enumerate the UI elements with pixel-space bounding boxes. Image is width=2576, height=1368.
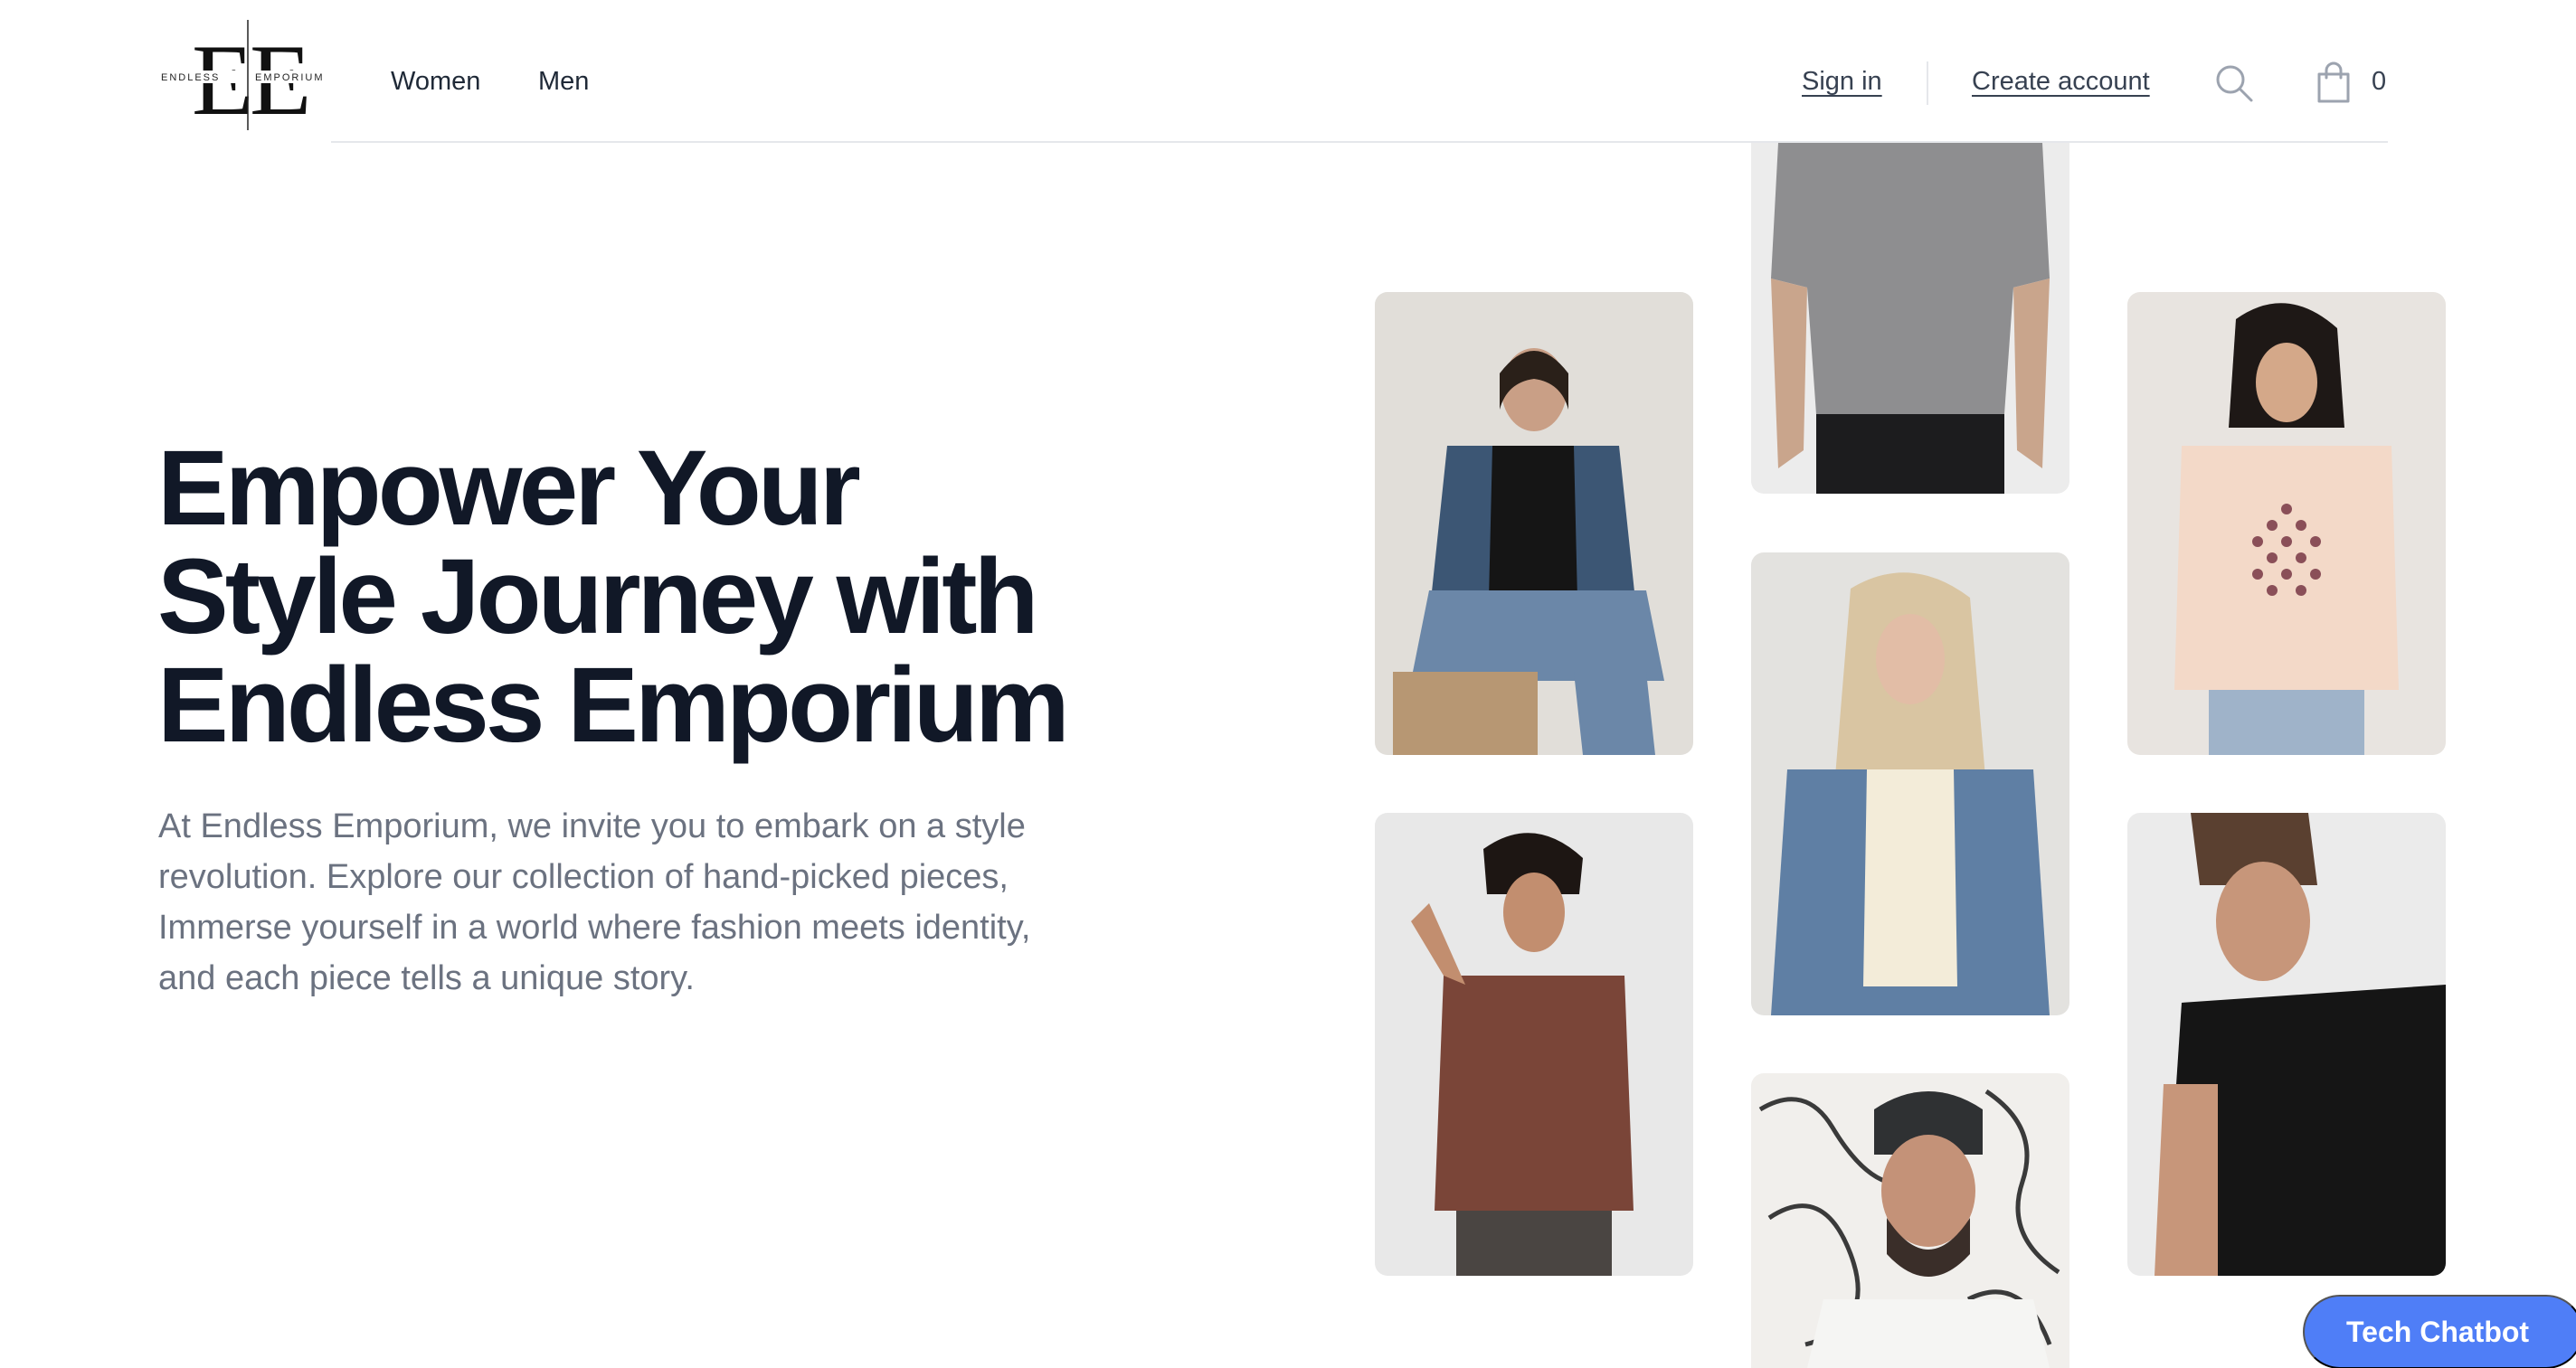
gallery-image-peach-tee[interactable]: [2127, 292, 2446, 755]
site-header: E E ENDLESS EMPORIUM Women Men Sign in C…: [0, 0, 2576, 145]
header-divider: [1927, 61, 1928, 105]
create-account-link[interactable]: Create account: [1972, 67, 2150, 97]
svg-text:EMPORIUM: EMPORIUM: [255, 72, 325, 83]
nav-women[interactable]: Women: [391, 67, 480, 97]
sign-in-link[interactable]: Sign in: [1802, 67, 1882, 97]
gallery-image-beanie-glasses[interactable]: [1751, 1073, 2069, 1368]
shopping-bag-icon[interactable]: [2316, 61, 2352, 105]
hero-description-line: At Endless Emporium, we invite you to em…: [158, 807, 1026, 845]
gallery-image-black-tee[interactable]: [2127, 813, 2446, 1276]
gallery-image-blonde-denim[interactable]: [1751, 552, 2069, 1015]
hero-description-line: revolution. Explore our collection of ha…: [158, 858, 1009, 896]
brand-logo[interactable]: E E ENDLESS EMPORIUM: [159, 18, 336, 137]
gallery-image-grey-tee[interactable]: [1751, 143, 2069, 494]
tech-chatbot-button[interactable]: Tech Chatbot: [2303, 1295, 2576, 1368]
hero-title-line: Empower Your: [157, 429, 861, 548]
cart-count: 0: [2372, 67, 2387, 96]
gallery-image-denim-jacket-woman[interactable]: [1375, 292, 1693, 755]
hero-title-line: Style Journey with: [157, 537, 1039, 656]
nav-men[interactable]: Men: [538, 67, 589, 97]
hero-title: Empower Your Style Journey with Endless …: [157, 434, 1152, 759]
gallery-image-brown-tee[interactable]: [1375, 813, 1693, 1276]
hero-description: At Endless Emporium, we invite you to em…: [158, 801, 1090, 1004]
hero-description-line: and each piece tells a unique story.: [158, 959, 695, 997]
svg-text:ENDLESS: ENDLESS: [161, 72, 220, 83]
hero-description-line: Immerse yourself in a world where fashio…: [158, 909, 1031, 947]
hero-title-line: Endless Emporium: [157, 646, 1070, 765]
search-icon[interactable]: [2214, 63, 2254, 103]
header-divider-line: [331, 141, 2388, 143]
